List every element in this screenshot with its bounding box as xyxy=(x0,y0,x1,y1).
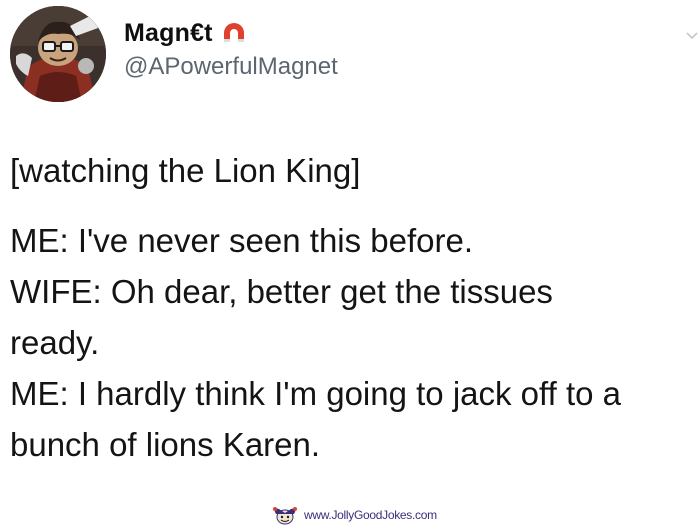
tweet-line: ME: I hardly think I'm going to jack off… xyxy=(10,375,621,412)
tweet-line: WIFE: Oh dear, better get the tissues xyxy=(10,273,553,310)
tweet-line: ready. xyxy=(10,324,100,361)
chevron-down-icon[interactable] xyxy=(684,28,700,44)
avatar[interactable] xyxy=(10,6,106,102)
cartoon-character-avatar-icon xyxy=(10,6,106,102)
user-handle[interactable]: @APowerfulMagnet xyxy=(124,53,338,81)
watermark-text: www.JollyGoodJokes.com xyxy=(304,508,437,522)
display-name[interactable]: Magn€t xyxy=(124,19,213,48)
magnet-icon xyxy=(223,23,244,42)
tweet-line: ME: I've never seen this before. xyxy=(10,222,474,259)
tweet-text: [watching the Lion King] ME: I've never … xyxy=(10,145,694,470)
tweet-line: bunch of lions Karen. xyxy=(10,426,321,463)
jester-logo-icon xyxy=(273,507,297,525)
tweet-card: Magn€t @APowerfulMagnet [watching the Li… xyxy=(0,0,700,529)
tweet-line: [watching the Lion King] xyxy=(10,152,361,189)
author-name-row: Magn€t xyxy=(124,16,247,50)
watermark: www.JollyGoodJokes.com xyxy=(270,505,437,525)
